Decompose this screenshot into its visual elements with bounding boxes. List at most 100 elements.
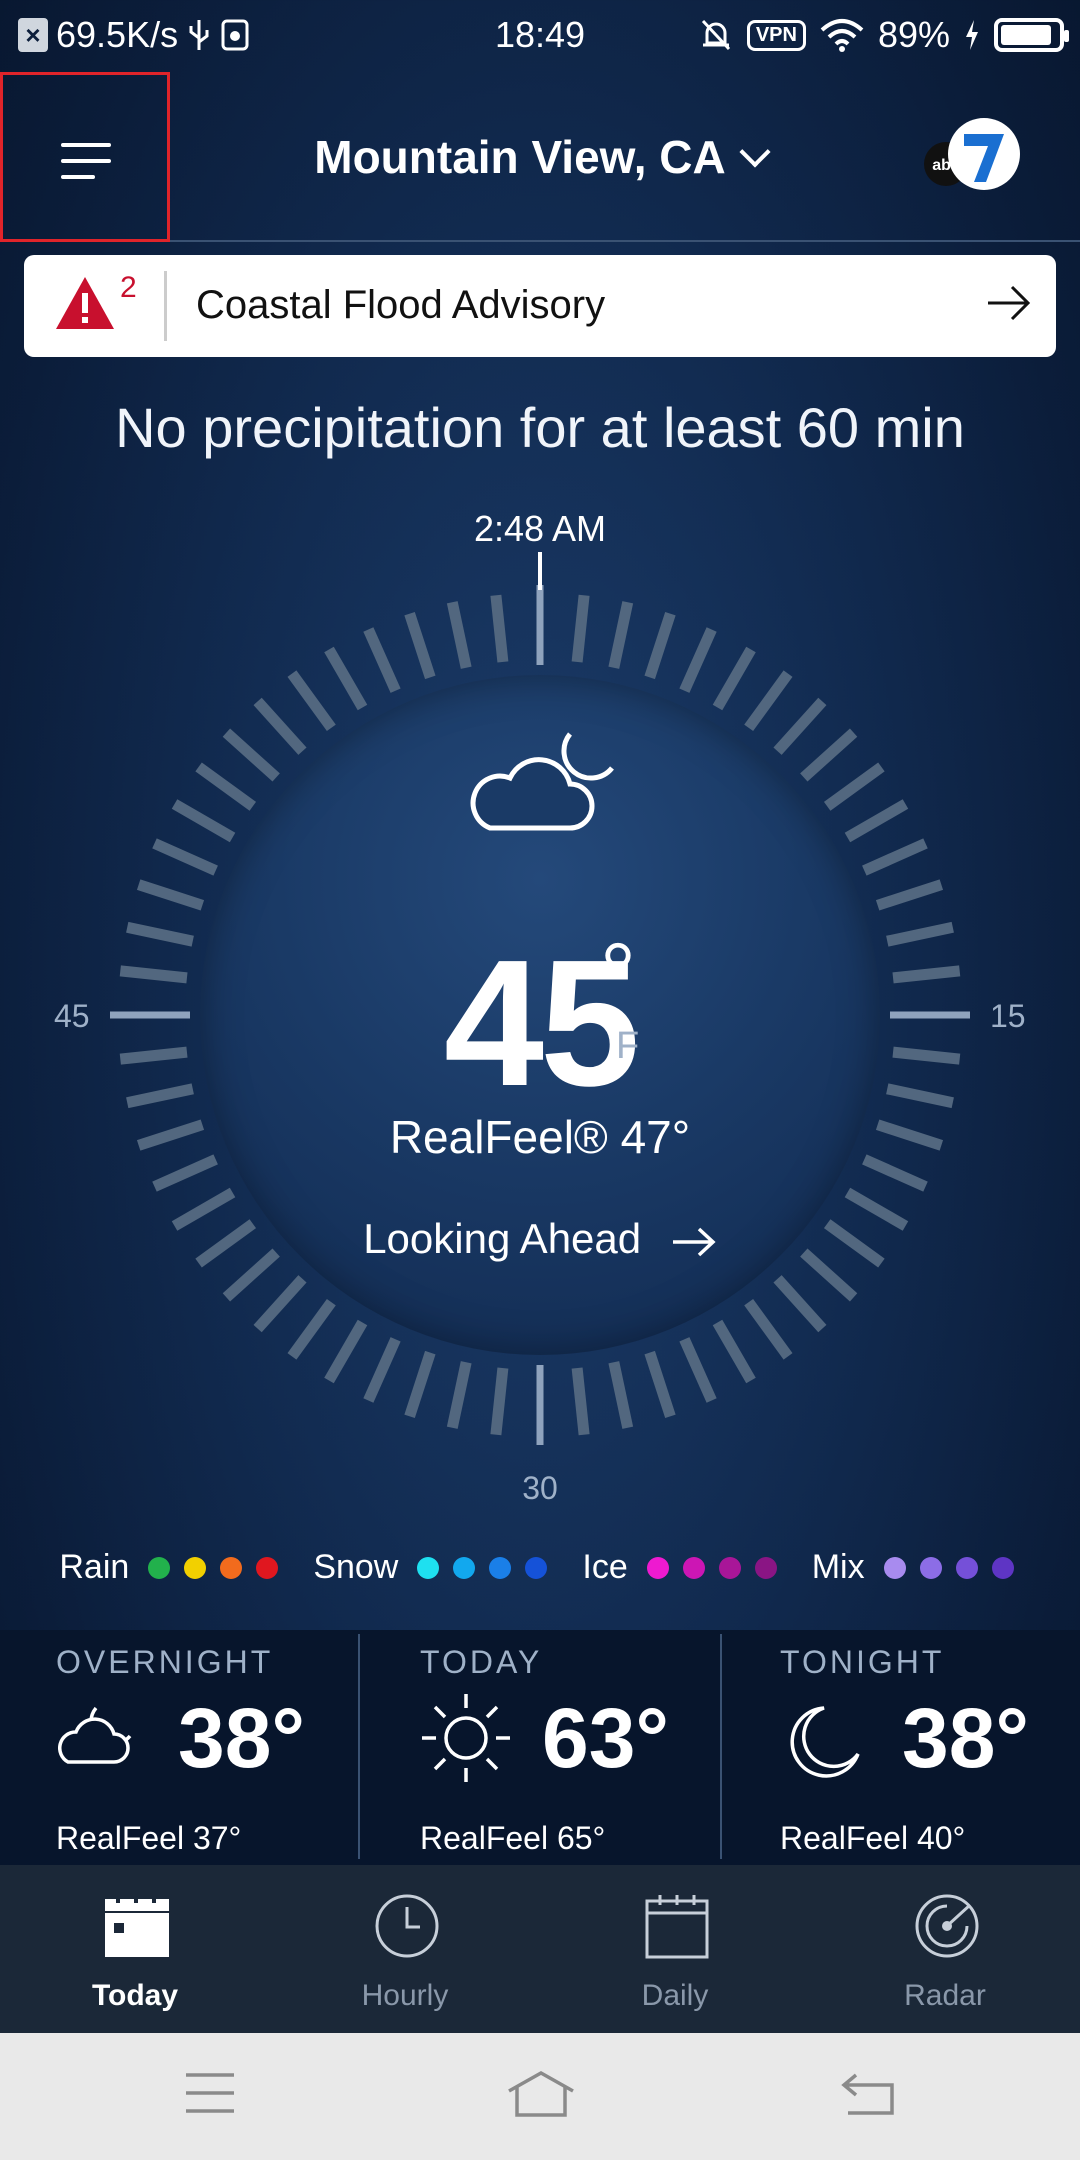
legend-dot [256, 1556, 279, 1579]
legend-dot [955, 1556, 978, 1579]
home-icon[interactable] [505, 2069, 577, 2119]
back-icon[interactable] [840, 2071, 896, 2117]
dial-tick [608, 1361, 634, 1429]
legend-group-mix: Mix [812, 1548, 1021, 1587]
precipitation-message: No precipitation for at least 60 min [115, 396, 965, 459]
charging-icon [966, 20, 978, 50]
legend-dot [883, 1556, 906, 1579]
forecast-title: OVERNIGHT [56, 1644, 274, 1680]
dial-tick [679, 627, 717, 693]
dial-tick [446, 1361, 472, 1429]
divider [164, 271, 167, 341]
legend-dot [525, 1556, 548, 1579]
legend-label: Rain [59, 1548, 130, 1586]
status-bar: × 69.5K/s 18:49 VPN 89% [0, 0, 1080, 72]
arrow-right-icon [672, 1227, 716, 1257]
dial-tick [571, 594, 590, 663]
moon-icon [782, 1702, 862, 1787]
legend-group-snow: Snow [313, 1548, 554, 1587]
dial-tick [823, 762, 885, 811]
moon-cloud-icon [58, 1702, 138, 1777]
dial-tick [773, 697, 827, 755]
tab-daily[interactable]: Daily [540, 1865, 810, 2033]
arrow-right-icon [988, 285, 1031, 321]
dial-tick [490, 1367, 509, 1436]
tab-radar[interactable]: Radar [810, 1865, 1080, 2033]
dial-tick [712, 646, 756, 711]
forecast-today[interactable]: TODAY 63° RealFeel 65° [364, 1630, 724, 1865]
abc7-logo[interactable]: abc [924, 116, 1024, 196]
looking-ahead-label: Looking Ahead [363, 1215, 642, 1262]
dial-tick [744, 1298, 793, 1360]
legend-dot [682, 1556, 705, 1579]
location-selector[interactable]: Mountain View, CA [0, 130, 1080, 184]
dial-tick [800, 728, 858, 782]
legend-dot [453, 1556, 476, 1579]
alert-count: 2 [120, 271, 137, 304]
legend-dot [991, 1556, 1014, 1579]
forecast-temperature: 63° [542, 1691, 670, 1785]
forecast-overnight[interactable]: OVERNIGHT 38° RealFeel 37° [0, 1630, 360, 1865]
forecast-summary[interactable]: OVERNIGHT 38° RealFeel 37° TODAY 63° RealFeel… [0, 1630, 1080, 1865]
legend-label: Snow [313, 1548, 399, 1586]
battery-icon [994, 18, 1069, 52]
forecast-temperature: 38° [178, 1691, 306, 1785]
current-temperature: 45 [443, 923, 640, 1124]
vpn-badge: VPN [746, 19, 806, 51]
tab-label: Daily [641, 1979, 709, 2012]
legend-dot [646, 1556, 669, 1579]
dial-tick [253, 697, 307, 755]
precipitation-legend: Rain Snow Ice Mix [0, 1548, 1080, 1587]
dial-tick [679, 1337, 717, 1403]
dial-tick [363, 627, 401, 693]
forecast-temperature: 38° [902, 1691, 1030, 1785]
dial-tick [324, 1319, 368, 1384]
recent-apps-icon[interactable] [184, 2071, 236, 2115]
forecast-title: TODAY [420, 1644, 543, 1680]
dial-tick [324, 646, 368, 711]
forecast-tonight[interactable]: TONIGHT 38° RealFeel 40° [724, 1630, 1080, 1865]
legend-dot [919, 1556, 942, 1579]
sun-icon [418, 1690, 514, 1791]
looking-ahead-link[interactable]: Looking Ahead [0, 1215, 1080, 1263]
legend-dot [148, 1556, 171, 1579]
dial-tick [136, 879, 205, 911]
dial-tick [608, 601, 634, 669]
cloud-moon-icon [470, 732, 614, 831]
battery-percent: 89% [877, 14, 950, 55]
tab-today[interactable]: Today [0, 1865, 270, 2033]
dial-tick [844, 799, 909, 843]
legend-dot [489, 1556, 512, 1579]
forecast-title: TONIGHT [780, 1644, 945, 1680]
forecast-realfeel: RealFeel 37° [56, 1820, 242, 1856]
battery-fill [1001, 25, 1051, 45]
alert-banner[interactable]: 2 Coastal Flood Advisory [24, 255, 1056, 357]
temperature-unit: F [616, 1025, 640, 1067]
dial-tick [404, 611, 436, 680]
dial-tick [287, 1298, 336, 1360]
alert-text: Coastal Flood Advisory [196, 283, 606, 327]
tab-hourly[interactable]: Hourly [270, 1865, 540, 2033]
dial-tick [712, 1319, 756, 1384]
legend-dot [417, 1556, 440, 1579]
dial-tick [490, 594, 509, 663]
dial-time-label: 2:48 AM [473, 508, 607, 549]
mute-icon [701, 19, 730, 51]
dial-tick [171, 799, 236, 843]
bottom-tab-bar: Today Hourly Daily Radar [0, 1865, 1080, 2033]
dial-tick [644, 611, 676, 680]
legend-dot [718, 1556, 741, 1579]
system-navigation-bar [0, 2033, 1080, 2160]
legend-group-rain: Rain [59, 1548, 285, 1587]
dial-tick [195, 762, 257, 811]
chevron-down-icon [739, 136, 771, 168]
dial-tick [744, 670, 793, 732]
legend-label: Mix [811, 1548, 865, 1586]
tab-label: Hourly [361, 1979, 449, 2012]
legend-dot [220, 1556, 243, 1579]
wifi-icon [820, 19, 864, 52]
legend-label: Ice [582, 1548, 628, 1586]
dial-tick [152, 838, 218, 876]
dial-tick [644, 1350, 676, 1419]
legend-dot [754, 1556, 777, 1579]
